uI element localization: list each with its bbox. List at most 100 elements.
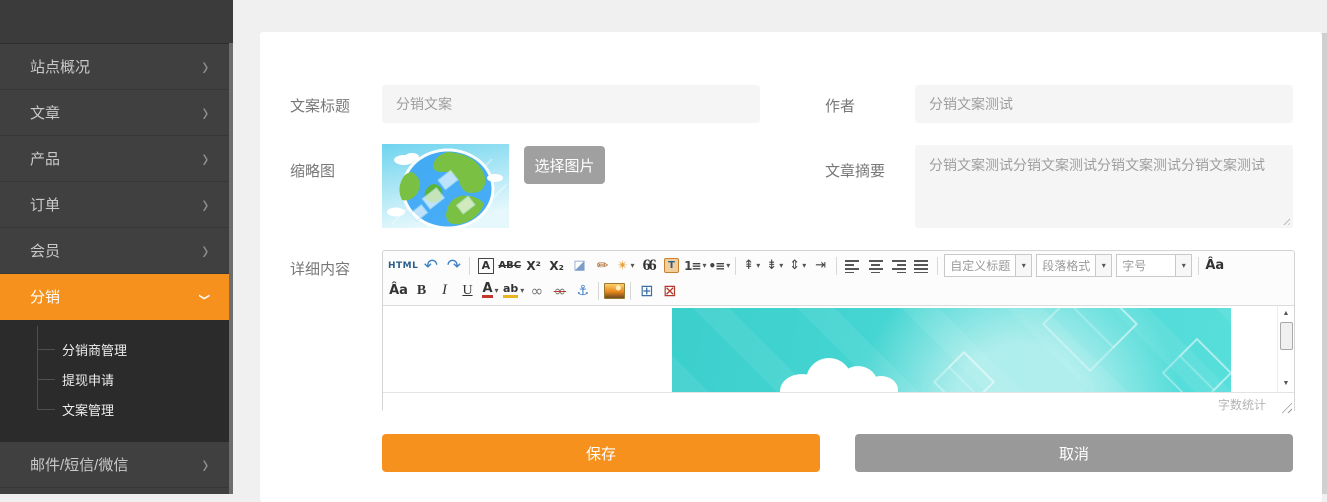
insert-table-icon[interactable]: ⊞ xyxy=(636,280,657,301)
sidebar-item-articles[interactable]: 文章 › xyxy=(0,90,233,136)
thumbnail-label: 缩略图 xyxy=(290,160,335,181)
unordered-list-icon[interactable]: •≡ ▾ xyxy=(709,255,731,276)
submenu-item-distributor-management[interactable]: 分销商管理 xyxy=(0,334,233,364)
sidebar-item-members[interactable]: 会员 › xyxy=(0,228,233,274)
editor-scrollbar[interactable]: ▲ ▼ xyxy=(1277,306,1294,392)
subscript-icon[interactable]: X₂ xyxy=(546,255,567,276)
dropdown-arrow-icon: ▾ xyxy=(702,261,706,270)
html-source-icon[interactable]: HTML xyxy=(388,255,418,276)
chevron-down-icon: › xyxy=(192,293,219,299)
dropdown-arrow-icon: ▾ xyxy=(756,261,760,270)
dropdown-arrow-icon: ▾ xyxy=(1095,255,1111,276)
chevron-right-icon: › xyxy=(203,53,209,80)
font-border-icon[interactable]: A xyxy=(475,255,496,276)
article-edit-form: 文案标题 作者 缩略图 选择图片 文章摘要 分 xyxy=(260,32,1322,502)
author-label: 作者 xyxy=(825,95,855,116)
cancel-button[interactable]: 取消 xyxy=(855,434,1293,472)
strikethrough-icon[interactable]: ABC xyxy=(498,255,521,276)
link-icon[interactable]: ∞ xyxy=(526,280,547,301)
eraser-icon[interactable]: ◪ xyxy=(569,255,590,276)
editor-scrollbar-thumb[interactable] xyxy=(1280,322,1293,350)
redo-icon[interactable]: ↷ xyxy=(443,255,464,276)
delete-table-icon[interactable]: ⊠ xyxy=(659,280,680,301)
indent-icon[interactable]: ⇥ xyxy=(810,255,831,276)
chevron-right-icon: › xyxy=(203,451,209,478)
toolbar-separator xyxy=(937,257,938,275)
italic-icon[interactable]: I xyxy=(434,280,455,301)
chevron-right-icon: › xyxy=(203,99,209,126)
content-label: 详细内容 xyxy=(290,258,350,279)
sidebar-scrollbar-thumb[interactable] xyxy=(229,43,233,494)
editor-status-bar: 字数统计 xyxy=(383,392,1294,415)
chevron-right-icon: › xyxy=(203,191,209,218)
sidebar-header xyxy=(0,0,233,44)
editor-content-area[interactable]: ▲ ▼ xyxy=(383,306,1294,392)
sidebar-item-site-overview[interactable]: 站点概况 › xyxy=(0,44,233,90)
content-inline-image[interactable] xyxy=(672,308,1231,392)
summary-label: 文章摘要 xyxy=(825,160,885,181)
sidebar-item-distribution[interactable]: 分销 › xyxy=(0,274,233,320)
submenu-item-withdrawal-request[interactable]: 提现申请 xyxy=(0,364,233,394)
cloud-graphic xyxy=(780,358,900,392)
toolbar-separator xyxy=(469,257,470,275)
underline-icon[interactable]: U xyxy=(457,280,478,301)
thumbnail-preview-image xyxy=(382,144,509,228)
dropdown-arrow-icon: ▾ xyxy=(520,286,524,295)
justify-full-icon[interactable] xyxy=(911,255,932,276)
author-input[interactable] xyxy=(915,85,1293,123)
sidebar-menu-bottom: 邮件/短信/微信 › xyxy=(0,442,233,488)
dropdown-arrow-icon: ▾ xyxy=(495,286,499,295)
undo-icon[interactable]: ↶ xyxy=(420,255,441,276)
word-count-label: 字数统计 xyxy=(1218,396,1266,413)
chevron-right-icon: › xyxy=(203,237,209,264)
anchor-icon[interactable]: ⚓ xyxy=(572,280,593,301)
dropdown-arrow-icon: ▾ xyxy=(1175,255,1191,276)
toolbar-separator xyxy=(735,257,736,275)
paragraph-spacing-top-icon[interactable]: ⇞ ▾ xyxy=(741,255,762,276)
rich-text-editor: HTML ↶ ↷ xyxy=(382,250,1295,412)
bold-icon[interactable]: B xyxy=(411,280,432,301)
dropdown-arrow-icon: ▾ xyxy=(779,261,783,270)
blockquote-icon[interactable]: 66 xyxy=(638,255,659,276)
toolbar-row-1: HTML ↶ ↷ xyxy=(387,253,1290,278)
toolbar-separator xyxy=(630,282,631,300)
justify-left-icon[interactable] xyxy=(842,255,863,276)
save-button[interactable]: 保存 xyxy=(382,434,820,472)
auto-typeset-icon[interactable]: ✴ ▾ xyxy=(615,255,636,276)
scroll-up-arrow-icon[interactable]: ▲ xyxy=(1278,308,1294,320)
submenu-item-copy-management[interactable]: 文案管理 xyxy=(0,394,233,424)
chevron-right-icon: › xyxy=(203,145,209,172)
custom-title-select[interactable]: 自定义标题 ▾ xyxy=(944,254,1032,277)
paste-text-icon[interactable]: T xyxy=(661,255,682,276)
dropdown-arrow-icon: ▾ xyxy=(630,261,634,270)
choose-image-button[interactable]: 选择图片 xyxy=(524,146,605,184)
sidebar: 站点概况 › 文章 › 产品 › 订单 › 会员 › 分销 › 分销商管理 xyxy=(0,0,233,494)
paragraph-spacing-bottom-icon[interactable]: ⇟ ▾ xyxy=(764,255,785,276)
sidebar-item-messaging[interactable]: 邮件/短信/微信 › xyxy=(0,442,233,488)
toolbar-separator xyxy=(1198,257,1199,275)
superscript-icon[interactable]: X² xyxy=(523,255,544,276)
scroll-down-arrow-icon[interactable]: ▼ xyxy=(1278,378,1294,390)
title-input[interactable] xyxy=(382,85,760,123)
font-size-select[interactable]: 字号 ▾ xyxy=(1116,254,1192,277)
highlight-color-icon[interactable]: ab ▾ xyxy=(503,280,524,301)
unlink-icon[interactable]: ∞ xyxy=(549,280,570,301)
summary-textarea[interactable]: 分销文案测试分销文案测试分销文案测试分销文案测试 xyxy=(915,145,1293,228)
justify-center-icon[interactable] xyxy=(865,255,886,276)
format-brush-icon[interactable]: ✏ xyxy=(592,255,613,276)
case-switch-icon[interactable]: Âa xyxy=(388,280,409,301)
paragraph-format-select[interactable]: 段落格式 ▾ xyxy=(1036,254,1112,277)
editor-resize-grip-icon[interactable] xyxy=(1279,400,1292,413)
editor-toolbar: HTML ↶ ↷ xyxy=(383,251,1294,306)
line-height-icon[interactable]: ⇕ ▾ xyxy=(787,255,808,276)
justify-right-icon[interactable] xyxy=(888,255,909,276)
insert-image-icon[interactable] xyxy=(604,280,625,301)
sidebar-item-orders[interactable]: 订单 › xyxy=(0,182,233,228)
case-switch-icon[interactable]: Âa xyxy=(1204,255,1225,276)
font-color-icon[interactable]: A ▾ xyxy=(480,280,501,301)
dropdown-arrow-icon: ▾ xyxy=(726,261,730,270)
dropdown-arrow-icon: ▾ xyxy=(802,261,806,270)
toolbar-row-2: Âa B I xyxy=(387,278,1290,303)
ordered-list-icon[interactable]: 1≡ ▾ xyxy=(684,255,706,276)
sidebar-item-products[interactable]: 产品 › xyxy=(0,136,233,182)
